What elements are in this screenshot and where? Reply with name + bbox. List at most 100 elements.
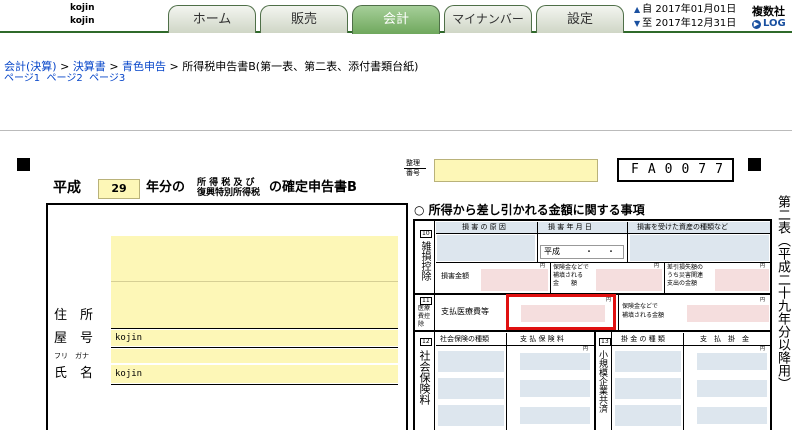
divider	[0, 130, 792, 131]
s11-paid-label: 支払医療費等	[441, 307, 489, 316]
s10-vline	[434, 221, 435, 293]
furigana-input[interactable]	[111, 349, 398, 363]
title-income-tax: 所 得 税 及 び	[197, 178, 255, 188]
tab-settings[interactable]: 設定	[536, 5, 624, 33]
s10-date-dot-2: ・	[607, 247, 615, 256]
tab-mynumber[interactable]: マイナンバー	[444, 5, 532, 33]
shop-name-label: 屋 号	[54, 331, 94, 346]
s10-amount-input[interactable]	[481, 269, 548, 291]
s12-hline	[436, 345, 594, 346]
era-label: 平成	[53, 180, 81, 196]
s10-disaster-input[interactable]	[715, 269, 769, 291]
s11-ins-input[interactable]	[687, 305, 769, 322]
s10-ins-input[interactable]	[596, 269, 662, 291]
s10-ins-label-3: 金 額	[553, 280, 578, 287]
s11-vline	[434, 295, 435, 330]
seiri-number-input[interactable]	[434, 159, 598, 182]
shop-name-input[interactable]: kojin	[111, 330, 398, 346]
title-main: の確定申告書B	[269, 180, 357, 195]
page-links: ページ1 ページ2 ページ3	[4, 73, 125, 84]
s13-type-input-2[interactable]	[615, 378, 681, 399]
title-year-suffix: 年分の	[146, 180, 186, 195]
year-input[interactable]: 29	[98, 179, 140, 199]
s11-label-3: 除	[418, 321, 425, 328]
address-row-divider	[111, 281, 398, 282]
logout-button[interactable]: ▶ LOG	[752, 18, 786, 29]
s12-paid-input-2[interactable]	[520, 380, 590, 397]
tab-sales[interactable]: 販売	[260, 5, 348, 33]
s13-paid-input-3[interactable]	[697, 407, 767, 424]
breadcrumb-blue-return[interactable]: 青色申告	[122, 60, 166, 73]
s13-type-input-3[interactable]	[615, 405, 681, 426]
s12-type-header: 社会保険の種類	[440, 335, 489, 343]
section-10-label: 雑損控除	[419, 241, 430, 281]
address-underline	[111, 328, 398, 329]
arrow-up-icon[interactable]: ▲	[634, 5, 640, 14]
s11-bottom-line	[415, 330, 771, 332]
s12-type-input-1[interactable]	[438, 351, 504, 372]
period-to[interactable]: ▼ 至 2017年12月31日	[634, 18, 736, 30]
furigana-label: フリ ガナ	[54, 352, 89, 360]
period-from[interactable]: ▲ 自 2017年01月01日	[634, 4, 736, 16]
s11-yen-2: 円	[760, 297, 766, 303]
s10-hline-2	[436, 262, 770, 263]
page-link-2[interactable]: ページ2	[47, 73, 83, 84]
breadcrumb: 会計(決算) > 決算書 > 青色申告 > 所得税申告書B(第一表、第二表、添付…	[4, 60, 419, 73]
s11-label-2: 費控	[418, 313, 431, 320]
address-input[interactable]	[111, 236, 398, 328]
s10-yen-2: 円	[654, 263, 660, 269]
s12-type-input-2[interactable]	[438, 378, 504, 399]
s10-ins-label-1: 保険金などで	[553, 264, 589, 271]
seiri-label-2: 番号	[406, 169, 420, 177]
s10-vline-2	[537, 222, 538, 262]
seiri-divider	[404, 168, 426, 169]
s12-paid-header: 支 払 保 険 料	[520, 335, 564, 343]
s10-disaster-label-2: うち災害関連	[667, 272, 704, 279]
s10-cause-header: 損 害 の 原 因	[462, 223, 506, 231]
s12-vline-2	[506, 333, 507, 430]
arrow-down-icon[interactable]: ▼	[634, 19, 640, 28]
s13-vline-2	[683, 333, 684, 430]
page-link-1[interactable]: ページ1	[4, 73, 40, 84]
s10-asset-input[interactable]	[630, 235, 769, 261]
s10-amount-label: 損害金額	[441, 272, 469, 280]
s10-disaster-label-3: 支出の金額	[667, 280, 698, 287]
s10-cause-input[interactable]	[437, 235, 535, 261]
s12-paid-input-1[interactable]	[520, 353, 590, 370]
s10-disaster-label-1: 差引損失額の	[667, 264, 704, 271]
play-icon: ▶	[752, 20, 761, 29]
breadcrumb-statements[interactable]: 決算書	[73, 60, 106, 73]
s13-hline	[612, 345, 770, 346]
section-13-label: 小規模企業共済	[597, 350, 607, 413]
medical-expense-input[interactable]	[521, 305, 605, 322]
s13-type-header: 掛 金 の 種 類	[621, 335, 665, 343]
section-11-number: 11	[420, 297, 432, 305]
s10-yen-3: 円	[760, 263, 766, 269]
s11-yen-1: 円	[606, 297, 612, 303]
s13-paid-header: 支 払 掛 金	[700, 335, 749, 343]
s11-vline-2	[618, 295, 619, 330]
s13-yen: 円	[760, 346, 766, 352]
corner-mark-left	[17, 158, 30, 171]
s10-date-header: 損 害 年 月 日	[548, 223, 592, 231]
s12-paid-input-3[interactable]	[520, 407, 590, 424]
name-underline	[111, 384, 398, 385]
s12-type-input-3[interactable]	[438, 405, 504, 426]
tab-home[interactable]: ホーム	[168, 5, 256, 33]
s13-paid-input-2[interactable]	[697, 380, 767, 397]
s10-asset-header: 損害を受けた資産の種類など	[637, 223, 728, 231]
s12-yen: 円	[583, 346, 589, 352]
seiri-label-1: 整理	[406, 159, 420, 167]
title-reconstruction-tax: 復興特別所得税	[197, 188, 261, 198]
page-link-3[interactable]: ページ3	[89, 73, 125, 84]
section-10-number: 10	[420, 230, 432, 238]
s13-type-input-1[interactable]	[615, 351, 681, 372]
deduction-section-title: ○ 所得から差し引かれる金額に関する事項	[414, 203, 645, 217]
s11-ins-label-2: 補填される金額	[622, 312, 665, 319]
s13-paid-input-1[interactable]	[697, 353, 767, 370]
section-13-number: 13	[599, 338, 611, 346]
tab-accounting[interactable]: 会計	[352, 5, 440, 34]
name-input[interactable]: kojin	[111, 365, 398, 383]
breadcrumb-accounting[interactable]: 会計(決算)	[4, 60, 57, 73]
company-switch[interactable]: 複数社	[752, 3, 785, 19]
